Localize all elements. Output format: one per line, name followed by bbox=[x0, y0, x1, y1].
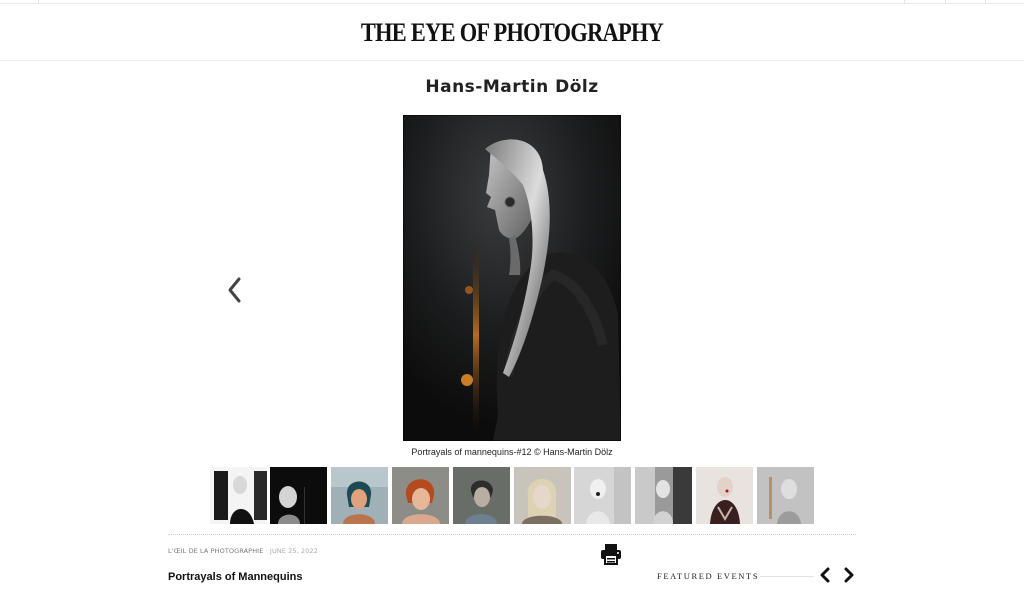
chevron-left-icon bbox=[228, 277, 241, 303]
featured-divider bbox=[760, 576, 814, 577]
photo-caption: Portrayals of mannequins-#12 © Hans-Mart… bbox=[411, 447, 613, 457]
thumbnail[interactable] bbox=[574, 467, 631, 524]
site-logo[interactable]: THE EYE OF PHOTOGRAPHY bbox=[72, 18, 953, 48]
thumbnail[interactable] bbox=[696, 467, 753, 524]
article-source[interactable]: L'ŒIL DE LA PHOTOGRAPHIE bbox=[168, 547, 263, 555]
site-header: THE EYE OF PHOTOGRAPHY bbox=[0, 4, 1024, 61]
featured-prev-button[interactable] bbox=[817, 566, 833, 584]
chevron-left-icon bbox=[820, 567, 830, 583]
thumbnail[interactable] bbox=[392, 467, 449, 524]
thumbnail[interactable] bbox=[270, 467, 327, 524]
thumbnail[interactable] bbox=[635, 467, 692, 524]
meta-separator: · bbox=[265, 547, 268, 555]
main-photo[interactable] bbox=[403, 115, 621, 441]
chevron-right-icon bbox=[844, 567, 854, 583]
thumbnail[interactable] bbox=[453, 467, 510, 524]
gallery-prev-button[interactable] bbox=[224, 275, 248, 305]
section-divider bbox=[168, 534, 856, 535]
thumbnail[interactable] bbox=[514, 467, 571, 524]
thumbnail[interactable] bbox=[331, 467, 388, 524]
featured-next-button[interactable] bbox=[841, 566, 857, 584]
featured-events-label: FEATURED EVENTS bbox=[657, 571, 760, 581]
article-meta: L'ŒIL DE LA PHOTOGRAPHIE · JUNE 25, 2022 bbox=[168, 547, 318, 555]
thumbnail-strip bbox=[210, 467, 816, 525]
article-title[interactable]: Portrayals of Mannequins bbox=[168, 571, 302, 583]
article-date: JUNE 25, 2022 bbox=[269, 547, 318, 555]
thumbnail[interactable] bbox=[210, 467, 267, 524]
print-button[interactable] bbox=[599, 543, 623, 565]
gallery-title: Hans-Martin Dölz bbox=[425, 77, 599, 97]
printer-icon bbox=[601, 544, 621, 565]
thumbnail[interactable] bbox=[757, 467, 814, 524]
